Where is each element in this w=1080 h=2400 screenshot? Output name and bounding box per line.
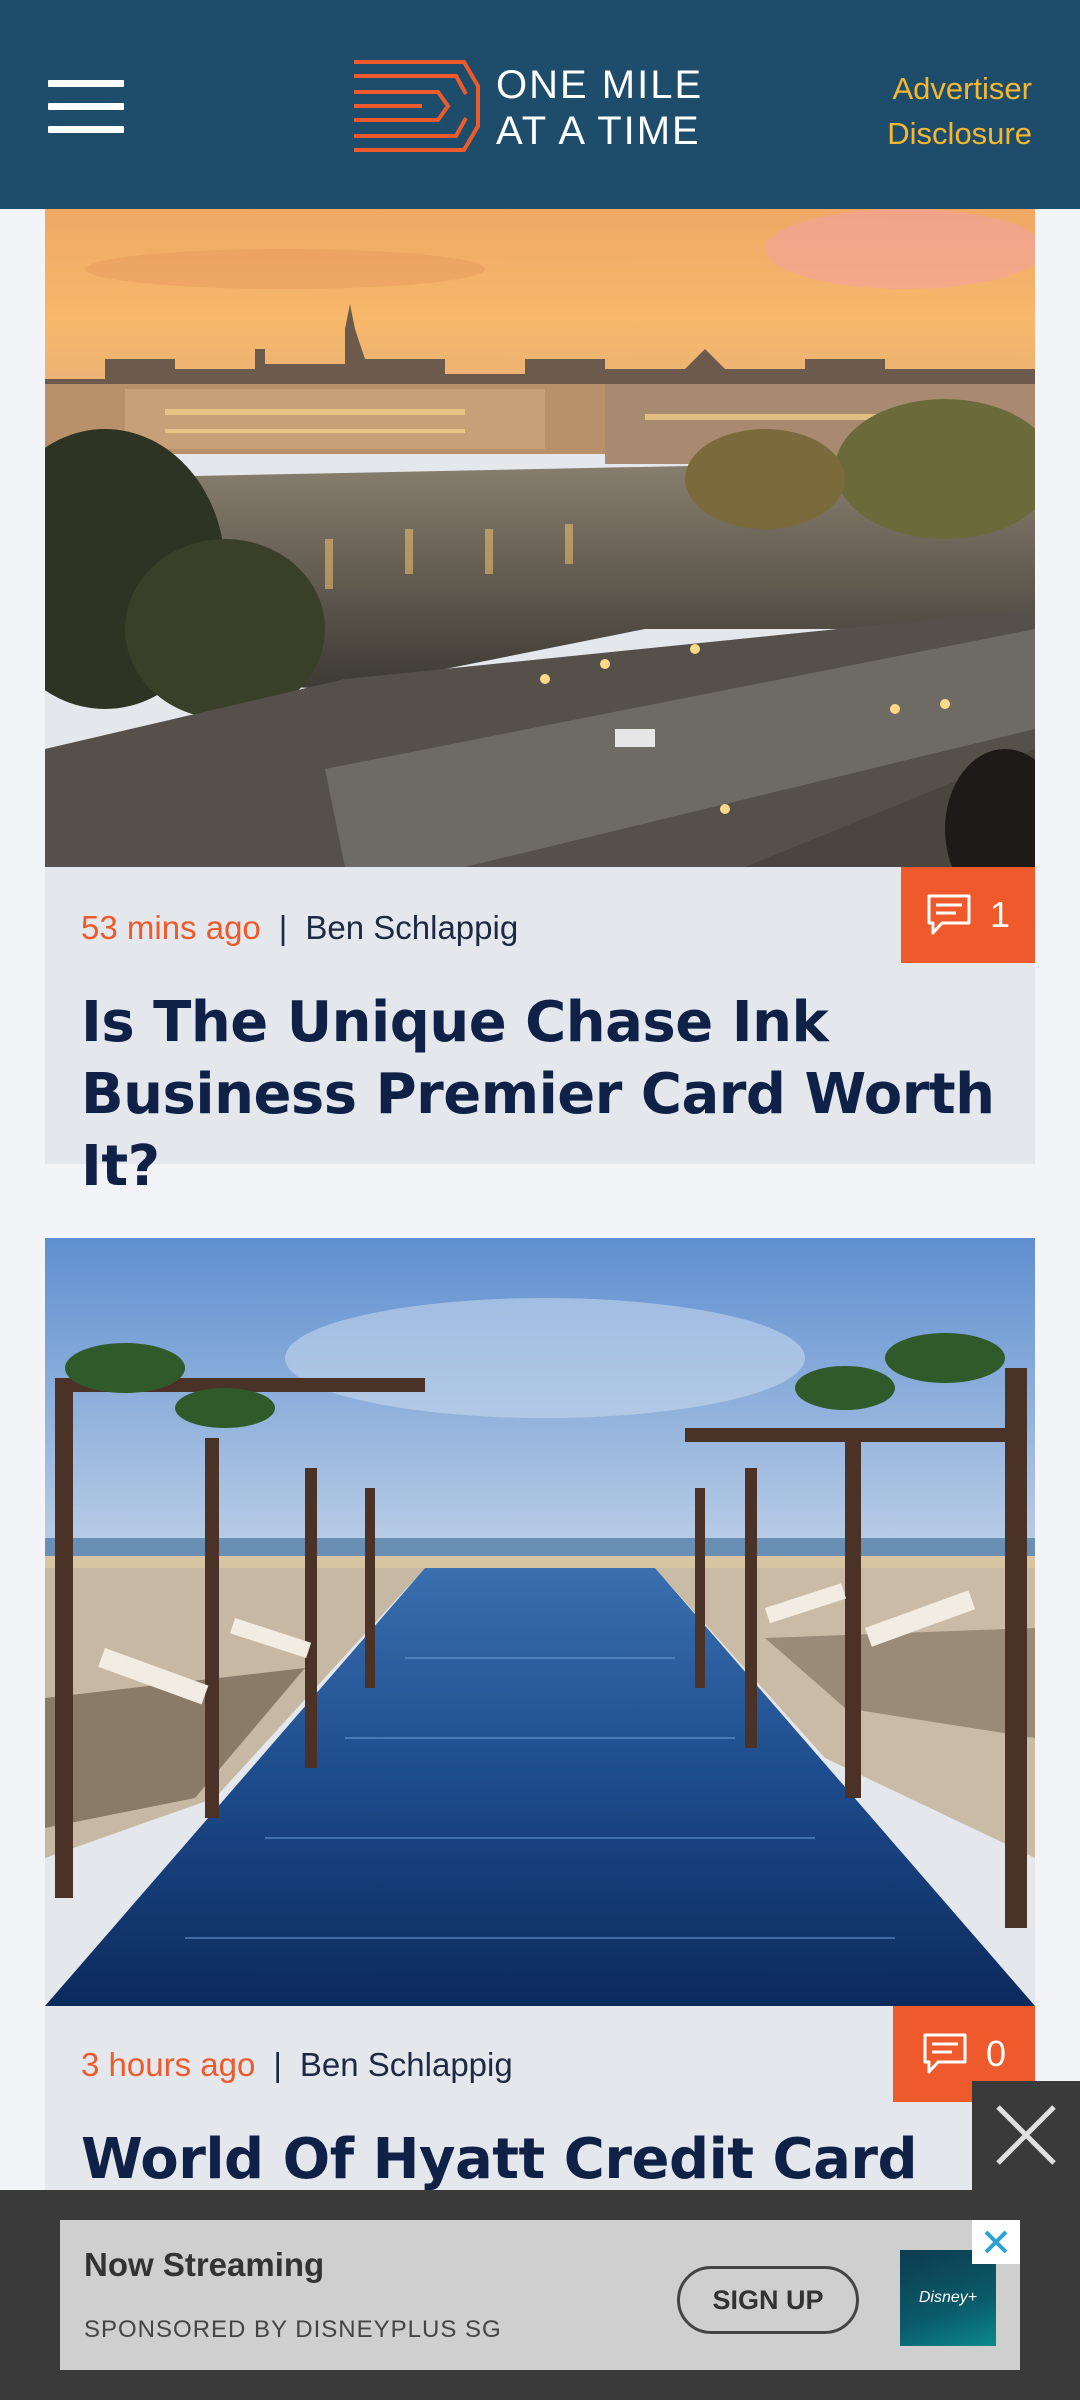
menu-icon[interactable] — [48, 80, 124, 134]
advertiser-line-2: Disclosure — [887, 116, 1032, 151]
logo-mark-icon — [354, 60, 480, 152]
ad-brand-logo: Disney+ — [900, 2250, 996, 2346]
comment-icon — [927, 894, 971, 935]
article-title[interactable]: World Of Hyatt Credit Card — [81, 2124, 999, 2196]
meta-separator: | — [273, 2046, 282, 2083]
meta-separator: | — [278, 909, 288, 946]
advertiser-disclosure-link[interactable]: Advertiser Disclosure — [887, 66, 1032, 156]
article-meta: 53 mins ago | Ben Schlappig — [81, 909, 518, 947]
bottom-ad-banner: Now Streaming SPONSORED BY DISNEYPLUS SG… — [0, 2190, 1080, 2400]
site-header: ONE MILE AT A TIME Advertiser Disclosure — [0, 0, 1080, 209]
article-time: 3 hours ago — [81, 2046, 256, 2083]
article-title-line: Is The Unique Chase Ink — [81, 990, 829, 1055]
menu-bar — [48, 126, 124, 133]
comment-count-badge[interactable]: 1 — [901, 867, 1035, 963]
article-image-paris[interactable] — [45, 209, 1035, 867]
ad-title: Now Streaming — [84, 2246, 325, 2283]
article-card[interactable]: 1 53 mins ago | Ben Schlappig Is The Uniqu… — [45, 209, 1035, 1199]
resort-photo — [45, 1238, 1035, 2006]
article-image-resort[interactable] — [45, 1238, 1035, 2006]
comment-count: 0 — [985, 2033, 1007, 2074]
article-title-line: Business Premier Card Worth It? — [81, 1062, 995, 1199]
menu-bar — [48, 80, 124, 87]
menu-bar — [48, 103, 124, 110]
logo-line-2: AT A TIME — [496, 109, 701, 153]
ad-close-button[interactable] — [972, 2220, 1020, 2264]
site-logo[interactable]: ONE MILE AT A TIME — [352, 58, 732, 154]
close-overlay-button[interactable] — [972, 2081, 1080, 2190]
article-title-line: World Of Hyatt Credit Card — [81, 2127, 918, 2192]
close-icon — [984, 2230, 1008, 2254]
article-author[interactable]: Ben Schlappig — [305, 909, 518, 946]
logo-wordmark: ONE MILE AT A TIME — [496, 62, 703, 154]
logo-line-1: ONE MILE — [496, 63, 704, 107]
comment-icon — [923, 2033, 967, 2074]
article-time: 53 mins ago — [81, 909, 261, 946]
paris-photo — [45, 209, 1035, 867]
article-title[interactable]: Is The Unique Chase Ink Business Premier… — [81, 987, 999, 1203]
ad-container[interactable]: Now Streaming SPONSORED BY DISNEYPLUS SG… — [60, 2220, 1020, 2370]
ad-signup-button[interactable]: SIGN UP — [677, 2266, 859, 2334]
article-author[interactable]: Ben Schlappig — [300, 2046, 513, 2083]
advertiser-line-1: Advertiser — [892, 71, 1032, 106]
comment-count: 1 — [989, 894, 1011, 935]
article-meta: 3 hours ago | Ben Schlappig — [81, 2046, 513, 2084]
ad-sponsor: SPONSORED BY DISNEYPLUS SG — [84, 2316, 502, 2343]
close-icon — [996, 2105, 1056, 2165]
